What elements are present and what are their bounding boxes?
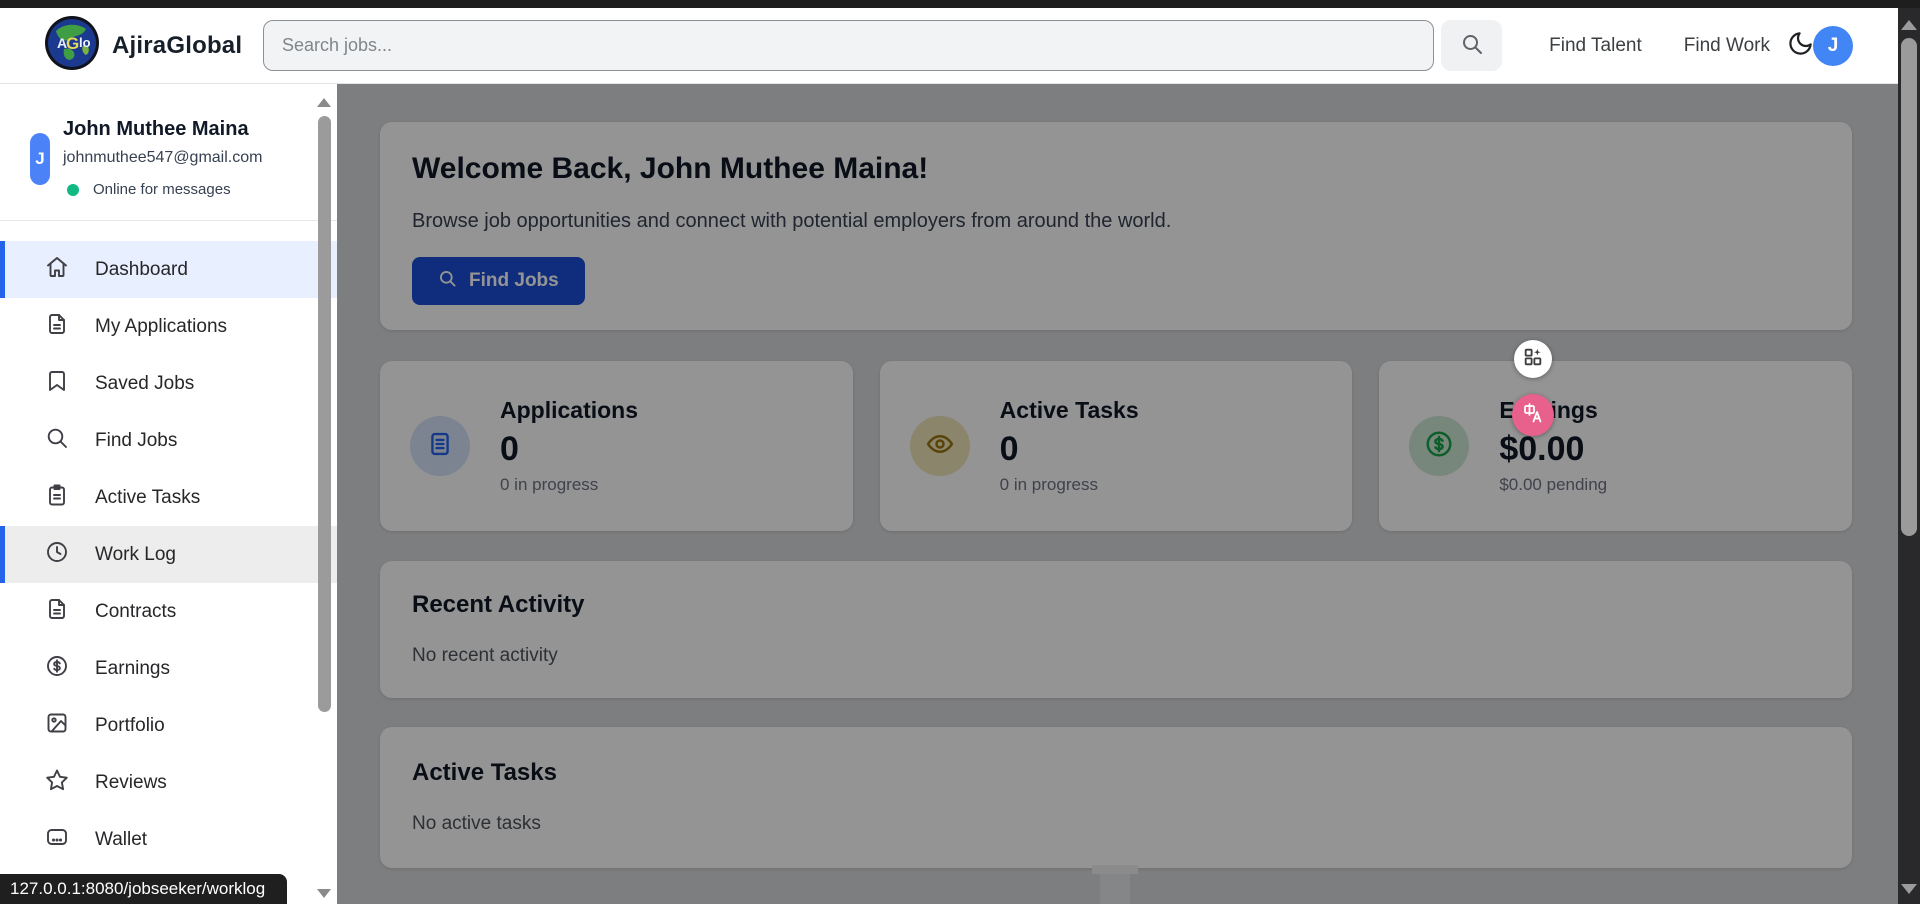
main-content: Welcome Back, John Muthee Maina! Browse … [337,84,1898,904]
clock-icon [45,540,69,569]
svg-text:G: G [66,34,79,53]
globe-logo-icon: A G lo [44,15,100,76]
translate-button[interactable] [1512,394,1554,436]
illustration-pedestal [1092,865,1138,904]
profile-avatar: J [30,133,50,185]
sidebar-scroll-up-icon[interactable] [317,98,331,107]
scroll-down-arrow-icon[interactable] [1901,884,1917,894]
contract-icon [45,597,69,626]
welcome-card: Welcome Back, John Muthee Maina! Browse … [380,122,1852,330]
stat-card-applications: Applications 0 0 in progress [380,361,853,531]
sidebar-scroll-down-icon[interactable] [317,889,331,898]
scroll-up-arrow-icon[interactable] [1901,20,1917,30]
search-icon [45,426,69,455]
clipboard-icon [45,483,69,512]
squares-sparkle-icon [1522,346,1544,373]
profile-summary: J John Muthee Maina johnmuthee547@gmail.… [0,84,337,198]
sidebar: J John Muthee Maina johnmuthee547@gmail.… [0,84,337,904]
sidebar-item-dashboard[interactable]: Dashboard [0,241,337,298]
active-tasks-title: Active Tasks [412,759,1820,787]
online-status-dot [67,184,79,196]
image-icon [45,711,69,740]
sidebar-item-portfolio[interactable]: Portfolio [0,697,337,754]
browser-scrollbar[interactable] [1898,8,1920,904]
sidebar-item-earnings[interactable]: Earnings [0,640,337,697]
stat-card-earnings: Earnings $0.00 $0.00 pending [1379,361,1852,531]
document-icon [45,312,69,341]
nav-link-find-work[interactable]: Find Work [1684,35,1770,57]
home-icon [45,255,69,284]
svg-text:lo: lo [79,35,91,50]
recent-activity-title: Recent Activity [412,591,1820,619]
brand[interactable]: A G lo AjiraGlobal [44,15,242,76]
recent-activity-card: Recent Activity No recent activity [380,561,1852,698]
brand-title: AjiraGlobal [112,32,242,60]
profile-name: John Muthee Maina [63,118,337,141]
welcome-title: Welcome Back, John Muthee Maina! [412,152,1820,186]
dollar-circle-icon [1424,429,1454,464]
sidebar-item-wallet[interactable]: Wallet [0,811,337,868]
sidebar-item-work-log[interactable]: Work Log [0,526,337,583]
sidebar-item-reviews[interactable]: Reviews [0,754,337,811]
welcome-subtitle: Browse job opportunities and connect wit… [412,210,1820,233]
document-icon [426,430,454,463]
star-icon [45,768,69,797]
wallet-icon [45,825,69,854]
dark-mode-toggle[interactable] [1784,30,1816,62]
sidebar-nav: Dashboard My Applications Saved Jobs [0,241,337,868]
find-jobs-button[interactable]: Find Jobs [412,257,585,305]
stat-card-active-tasks: Active Tasks 0 0 in progress [880,361,1353,531]
active-tasks-card: Active Tasks No active tasks [380,727,1852,868]
moon-icon [1787,30,1814,62]
search-icon [438,269,457,294]
top-navbar: A G lo AjiraGlobal Find Talent Find Work… [0,8,1898,84]
earnings-badge [1409,416,1469,476]
status-bar-url: 127.0.0.1:8080/jobseeker/worklog [0,874,287,904]
online-status-label: Online for messages [93,181,231,198]
active-tasks-badge [910,416,970,476]
user-avatar[interactable]: J [1813,26,1853,66]
browser-scrollbar-thumb[interactable] [1901,38,1917,536]
translate-icon [1521,401,1545,430]
applications-badge [410,416,470,476]
sidebar-item-my-applications[interactable]: My Applications [0,298,337,355]
browser-top-strip [0,0,1920,8]
dollar-circle-icon [45,654,69,683]
search-button[interactable] [1441,20,1502,71]
profile-email: johnmuthee547@gmail.com [63,149,337,167]
nav-link-find-talent[interactable]: Find Talent [1549,35,1642,57]
stats-row: Applications 0 0 in progress Active Task… [380,361,1852,531]
sidebar-scrollbar-thumb[interactable] [318,116,331,712]
divider [0,220,337,221]
search-icon [1460,32,1484,59]
active-tasks-empty: No active tasks [412,813,1820,835]
sidebar-item-contracts[interactable]: Contracts [0,583,337,640]
sidebar-item-active-tasks[interactable]: Active Tasks [0,469,337,526]
extension-sidebar-button[interactable] [1514,340,1552,378]
search-input[interactable] [263,20,1434,71]
eye-icon [925,429,955,464]
sidebar-item-find-jobs[interactable]: Find Jobs [0,412,337,469]
sidebar-item-saved-jobs[interactable]: Saved Jobs [0,355,337,412]
bookmark-icon [45,369,69,398]
recent-activity-empty: No recent activity [412,645,1820,667]
